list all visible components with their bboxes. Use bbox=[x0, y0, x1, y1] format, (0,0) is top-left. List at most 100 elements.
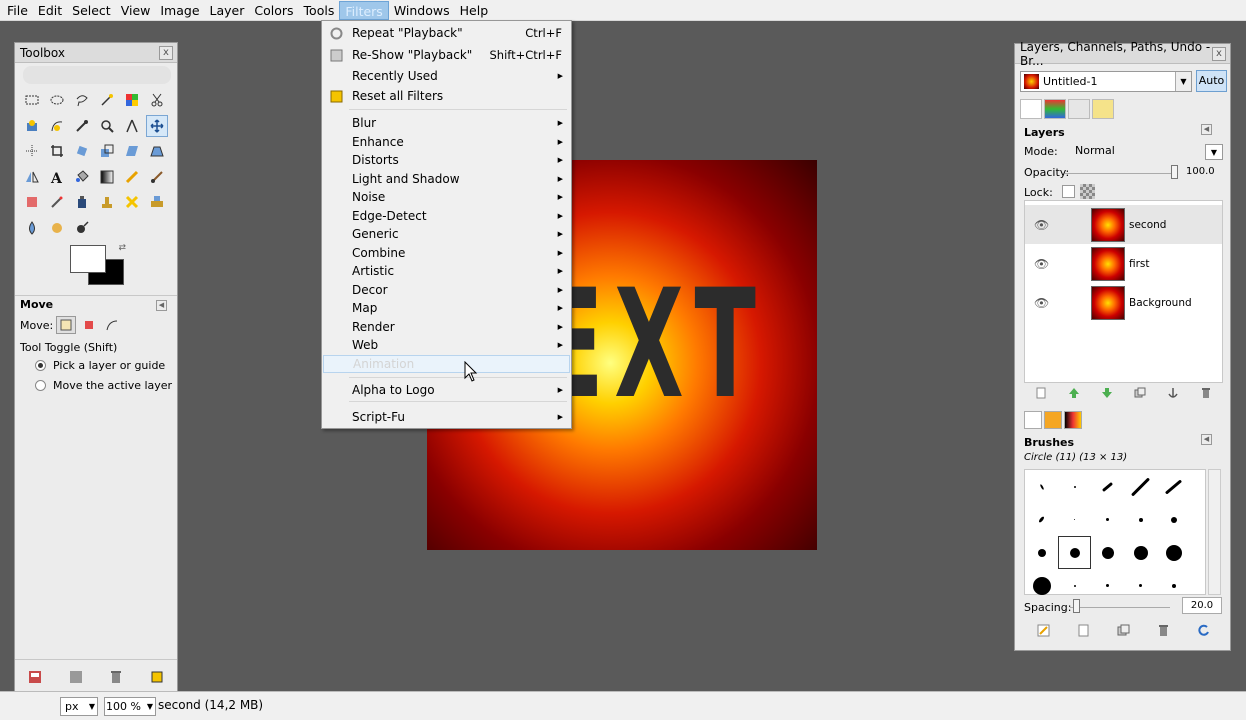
menu-item-alpha-to-logo[interactable]: Alpha to Logo ▶ bbox=[323, 381, 570, 399]
menu-item-animation[interactable]: Animation bbox=[323, 355, 570, 373]
duplicate-layer-icon[interactable] bbox=[1134, 387, 1146, 399]
brush-item-selected[interactable] bbox=[1058, 536, 1091, 569]
lock-pixels-checkbox[interactable] bbox=[1062, 185, 1075, 198]
radio-move-row[interactable]: Move the active layer bbox=[35, 379, 172, 392]
rotate-tool[interactable] bbox=[71, 140, 93, 162]
spacing-slider-handle[interactable] bbox=[1073, 599, 1080, 613]
layer-mode-select[interactable]: Normal ▼ bbox=[1062, 144, 1223, 160]
close-icon[interactable]: x bbox=[159, 46, 173, 60]
brush-item[interactable] bbox=[1025, 569, 1058, 602]
menu-item-decor[interactable]: Decor ▶ bbox=[323, 281, 570, 299]
move-path-button[interactable] bbox=[102, 316, 122, 334]
brush-item[interactable] bbox=[1124, 569, 1157, 602]
menu-item-reset-filters[interactable]: Reset all Filters bbox=[323, 87, 570, 105]
move-tool[interactable] bbox=[146, 114, 168, 137]
save-options-icon[interactable] bbox=[28, 670, 42, 684]
text-tool[interactable]: A bbox=[46, 166, 68, 188]
lock-alpha-icon[interactable] bbox=[1080, 184, 1095, 199]
color-select-tool[interactable] bbox=[121, 89, 143, 111]
foreground-select-tool[interactable] bbox=[21, 115, 43, 137]
delete-options-icon[interactable] bbox=[109, 670, 123, 684]
menu-edit[interactable]: Edit bbox=[33, 1, 67, 20]
menu-item-web[interactable]: Web ▶ bbox=[323, 336, 570, 354]
ellipse-select-tool[interactable] bbox=[46, 89, 68, 111]
scissors-tool[interactable] bbox=[146, 89, 168, 111]
brush-item[interactable] bbox=[1124, 503, 1157, 536]
menu-windows[interactable]: Windows bbox=[389, 1, 455, 20]
move-layer-button[interactable] bbox=[56, 316, 77, 334]
delete-brush-icon[interactable] bbox=[1157, 624, 1170, 637]
ink-tool[interactable] bbox=[71, 191, 93, 213]
menu-item-combine[interactable]: Combine ▶ bbox=[323, 244, 570, 262]
brush-item[interactable] bbox=[1058, 470, 1091, 503]
eye-icon[interactable]: 👁 bbox=[1034, 257, 1049, 271]
tab-layers[interactable] bbox=[1020, 99, 1042, 119]
unit-select[interactable]: px ▼ bbox=[60, 697, 98, 716]
tab-channels[interactable] bbox=[1044, 99, 1066, 119]
menu-item-blur[interactable]: Blur ▶ bbox=[323, 114, 570, 132]
menu-item-repeat[interactable]: Repeat "Playback" Ctrl+F bbox=[323, 24, 570, 42]
menu-item-enhance[interactable]: Enhance ▶ bbox=[323, 133, 570, 151]
brush-item[interactable] bbox=[1124, 470, 1157, 503]
opacity-value[interactable]: 100.0 bbox=[1186, 166, 1215, 177]
fg-bg-colors[interactable]: ⇄ bbox=[68, 243, 128, 289]
menu-select[interactable]: Select bbox=[67, 1, 116, 20]
menu-view[interactable]: View bbox=[116, 1, 156, 20]
blur-tool[interactable] bbox=[21, 217, 43, 239]
configure-tab-icon[interactable]: ◀ bbox=[156, 300, 167, 311]
menu-layer[interactable]: Layer bbox=[205, 1, 250, 20]
paintbrush-tool[interactable] bbox=[146, 166, 168, 188]
raise-layer-icon[interactable] bbox=[1068, 387, 1080, 399]
menu-filters[interactable]: Filters bbox=[339, 0, 389, 20]
lower-layer-icon[interactable] bbox=[1101, 387, 1113, 399]
menu-item-render[interactable]: Render ▶ bbox=[323, 318, 570, 336]
menu-item-recently-used[interactable]: Recently Used ▶ bbox=[323, 67, 570, 85]
measure-tool[interactable] bbox=[121, 115, 143, 137]
menu-colors[interactable]: Colors bbox=[249, 1, 298, 20]
clone-tool[interactable] bbox=[96, 191, 118, 213]
radio-move-active[interactable] bbox=[35, 380, 46, 391]
crop-tool[interactable] bbox=[46, 140, 68, 162]
perspective-clone-tool[interactable] bbox=[146, 191, 168, 213]
menu-item-noise[interactable]: Noise ▶ bbox=[323, 188, 570, 206]
flip-tool[interactable] bbox=[21, 166, 43, 188]
airbrush-tool[interactable] bbox=[46, 191, 68, 213]
refresh-brushes-icon[interactable] bbox=[1197, 624, 1210, 637]
menu-item-map[interactable]: Map ▶ bbox=[323, 299, 570, 317]
brush-item[interactable] bbox=[1157, 503, 1190, 536]
menu-tools[interactable]: Tools bbox=[299, 1, 340, 20]
eye-icon[interactable]: 👁 bbox=[1034, 218, 1049, 232]
rect-select-tool[interactable] bbox=[21, 89, 43, 111]
menu-item-generic[interactable]: Generic ▶ bbox=[323, 225, 570, 243]
chevron-down-icon[interactable]: ▼ bbox=[1175, 72, 1191, 91]
tab-patterns[interactable] bbox=[1044, 411, 1062, 429]
tab-brushes[interactable] bbox=[1024, 411, 1042, 429]
radio-pick-layer[interactable] bbox=[35, 360, 46, 371]
brush-item[interactable] bbox=[1091, 470, 1124, 503]
menu-item-script-fu[interactable]: Script-Fu ▶ bbox=[323, 408, 570, 426]
brush-item[interactable] bbox=[1157, 470, 1190, 503]
layer-row[interactable]: 👁 first bbox=[1025, 244, 1222, 283]
free-select-tool[interactable] bbox=[71, 89, 93, 111]
dodge-burn-tool[interactable] bbox=[71, 217, 93, 239]
configure-tab-icon[interactable]: ◀ bbox=[1201, 124, 1212, 135]
tab-undo[interactable] bbox=[1092, 99, 1114, 119]
fuzzy-select-tool[interactable] bbox=[96, 89, 118, 111]
new-layer-icon[interactable] bbox=[1035, 387, 1047, 399]
auto-button[interactable]: Auto bbox=[1196, 70, 1227, 92]
layer-row[interactable]: 👁 Background bbox=[1025, 283, 1222, 322]
shear-tool[interactable] bbox=[121, 140, 143, 162]
opacity-slider-handle[interactable] bbox=[1171, 165, 1178, 179]
blend-tool[interactable] bbox=[96, 166, 118, 188]
zoom-tool[interactable] bbox=[96, 115, 118, 137]
reset-options-icon[interactable] bbox=[150, 670, 164, 684]
pencil-tool[interactable] bbox=[121, 166, 143, 188]
brush-item[interactable] bbox=[1025, 503, 1058, 536]
brush-item[interactable] bbox=[1091, 536, 1124, 569]
menu-item-edge-detect[interactable]: Edge-Detect ▶ bbox=[323, 207, 570, 225]
heal-tool[interactable] bbox=[121, 191, 143, 213]
menu-item-artistic[interactable]: Artistic ▶ bbox=[323, 262, 570, 280]
spacing-slider-track[interactable] bbox=[1070, 607, 1170, 608]
duplicate-brush-icon[interactable] bbox=[1117, 624, 1130, 637]
color-picker-tool[interactable] bbox=[71, 115, 93, 137]
